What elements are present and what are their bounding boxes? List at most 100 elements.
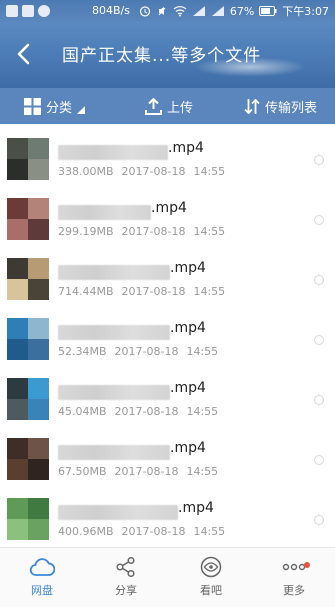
file-meta: 67.50MB 2017-08-18 14:55 (58, 465, 218, 478)
battery-icon (259, 6, 277, 16)
nav-label: 看吧 (200, 584, 222, 597)
select-radio[interactable] (314, 335, 324, 345)
status-bar: 804B/s 67% 下午3:07 (0, 0, 335, 22)
page-title: 国产正太集...等多个文件 (62, 46, 262, 66)
file-row[interactable]: .mp4 299.19MB 2017-08-18 14:55 (0, 190, 335, 250)
file-row[interactable]: .mp4 67.50MB 2017-08-18 14:55 (0, 430, 335, 490)
upload-label: 上传 (167, 101, 194, 116)
select-radio[interactable] (314, 155, 324, 165)
upload-button[interactable]: 上传 (145, 97, 193, 116)
nav-netdisk[interactable]: 网盘 (12, 556, 72, 598)
grid-icon (24, 98, 41, 115)
file-extension: .mp4 (168, 140, 204, 156)
battery-percent: 67% (229, 4, 255, 18)
transfer-arrows-icon (244, 98, 260, 115)
file-meta: 338.00MB 2017-08-18 14:55 (58, 165, 225, 178)
video-thumbnail (7, 438, 49, 480)
file-time: 14:55 (186, 465, 219, 478)
dropdown-triangle-icon (77, 105, 86, 114)
blurred-filename (58, 145, 168, 160)
select-radio[interactable] (314, 515, 324, 525)
select-radio[interactable] (314, 455, 324, 465)
signal-2-icon (211, 6, 224, 16)
file-extension: .mp4 (170, 320, 206, 336)
cloud-icon (29, 558, 55, 576)
file-extension: .mp4 (178, 500, 214, 516)
blurred-filename (58, 445, 170, 460)
file-time: 14:55 (186, 405, 219, 418)
blurred-filename (58, 385, 170, 400)
file-size: 714.44MB (58, 285, 114, 298)
video-thumbnail (7, 138, 49, 180)
file-size: 299.19MB (58, 225, 114, 238)
video-thumbnail (7, 198, 49, 240)
nav-label: 分享 (115, 584, 137, 597)
file-size: 400.96MB (58, 525, 114, 538)
clock: 下午3:07 (282, 5, 329, 18)
mute-icon (158, 7, 166, 16)
share-icon (116, 556, 135, 578)
video-thumbnail (7, 498, 49, 540)
file-date: 2017-08-18 (121, 225, 186, 238)
blurred-filename (58, 325, 170, 340)
upload-icon (145, 98, 162, 115)
status-notification-icons (6, 5, 50, 17)
bottom-nav: 网盘 分享 看吧 更多 (0, 547, 335, 607)
file-row[interactable]: .mp4 45.04MB 2017-08-18 14:55 (0, 370, 335, 430)
transfer-list-button[interactable]: 传输列表 (244, 97, 317, 116)
app-notification-icon (6, 5, 18, 17)
file-meta: 714.44MB 2017-08-18 14:55 (58, 285, 225, 298)
toolbar: 分类 上传 传输列表 (0, 88, 335, 124)
image-notification-icon (22, 5, 34, 17)
file-date: 2017-08-18 (114, 345, 179, 358)
file-meta: 52.34MB 2017-08-18 14:55 (58, 345, 218, 358)
nav-label: 更多 (283, 584, 305, 597)
file-row[interactable]: .mp4 400.96MB 2017-08-18 14:55 (0, 490, 335, 550)
file-size: 338.00MB (58, 165, 114, 178)
file-meta: 299.19MB 2017-08-18 14:55 (58, 225, 225, 238)
file-date: 2017-08-18 (114, 405, 179, 418)
signal-icon (192, 6, 205, 16)
transfer-label: 传输列表 (265, 101, 318, 116)
status-system-icons: 67% 下午3:07 (139, 3, 329, 19)
select-radio[interactable] (314, 215, 324, 225)
blurred-filename (58, 205, 151, 220)
chevron-left-icon (17, 43, 30, 65)
nav-watch[interactable]: 看吧 (181, 556, 241, 598)
file-extension: .mp4 (170, 260, 206, 276)
nav-more[interactable]: 更多 (264, 556, 324, 598)
file-date: 2017-08-18 (121, 165, 186, 178)
video-thumbnail (7, 258, 49, 300)
file-time: 14:55 (193, 285, 226, 298)
select-radio[interactable] (314, 395, 324, 405)
eye-icon (200, 556, 222, 578)
file-size: 52.34MB (58, 345, 107, 358)
blurred-filename (58, 265, 170, 280)
notification-badge (304, 562, 310, 568)
file-row[interactable]: .mp4 338.00MB 2017-08-18 14:55 (0, 130, 335, 190)
blurred-filename (58, 505, 178, 520)
app-header: 国产正太集...等多个文件 (0, 22, 335, 88)
file-extension: .mp4 (170, 440, 206, 456)
file-date: 2017-08-18 (121, 525, 186, 538)
file-extension: .mp4 (170, 380, 206, 396)
file-row[interactable]: .mp4 714.44MB 2017-08-18 14:55 (0, 250, 335, 310)
file-time: 14:55 (186, 345, 219, 358)
network-speed: 804B/s (92, 4, 130, 17)
more-icon (282, 563, 306, 571)
alarm-icon (139, 6, 150, 17)
file-time: 14:55 (193, 225, 226, 238)
back-button[interactable] (10, 40, 38, 68)
select-radio[interactable] (314, 275, 324, 285)
category-label: 分类 (46, 101, 73, 116)
wifi-icon (173, 6, 187, 17)
video-thumbnail (7, 378, 49, 420)
file-row[interactable]: .mp4 52.34MB 2017-08-18 14:55 (0, 310, 335, 370)
file-extension: .mp4 (151, 200, 187, 216)
file-date: 2017-08-18 (114, 465, 179, 478)
category-button[interactable]: 分类 (24, 97, 86, 116)
video-thumbnail (7, 318, 49, 360)
file-meta: 45.04MB 2017-08-18 14:55 (58, 405, 218, 418)
file-size: 45.04MB (58, 405, 107, 418)
nav-share[interactable]: 分享 (96, 556, 156, 598)
